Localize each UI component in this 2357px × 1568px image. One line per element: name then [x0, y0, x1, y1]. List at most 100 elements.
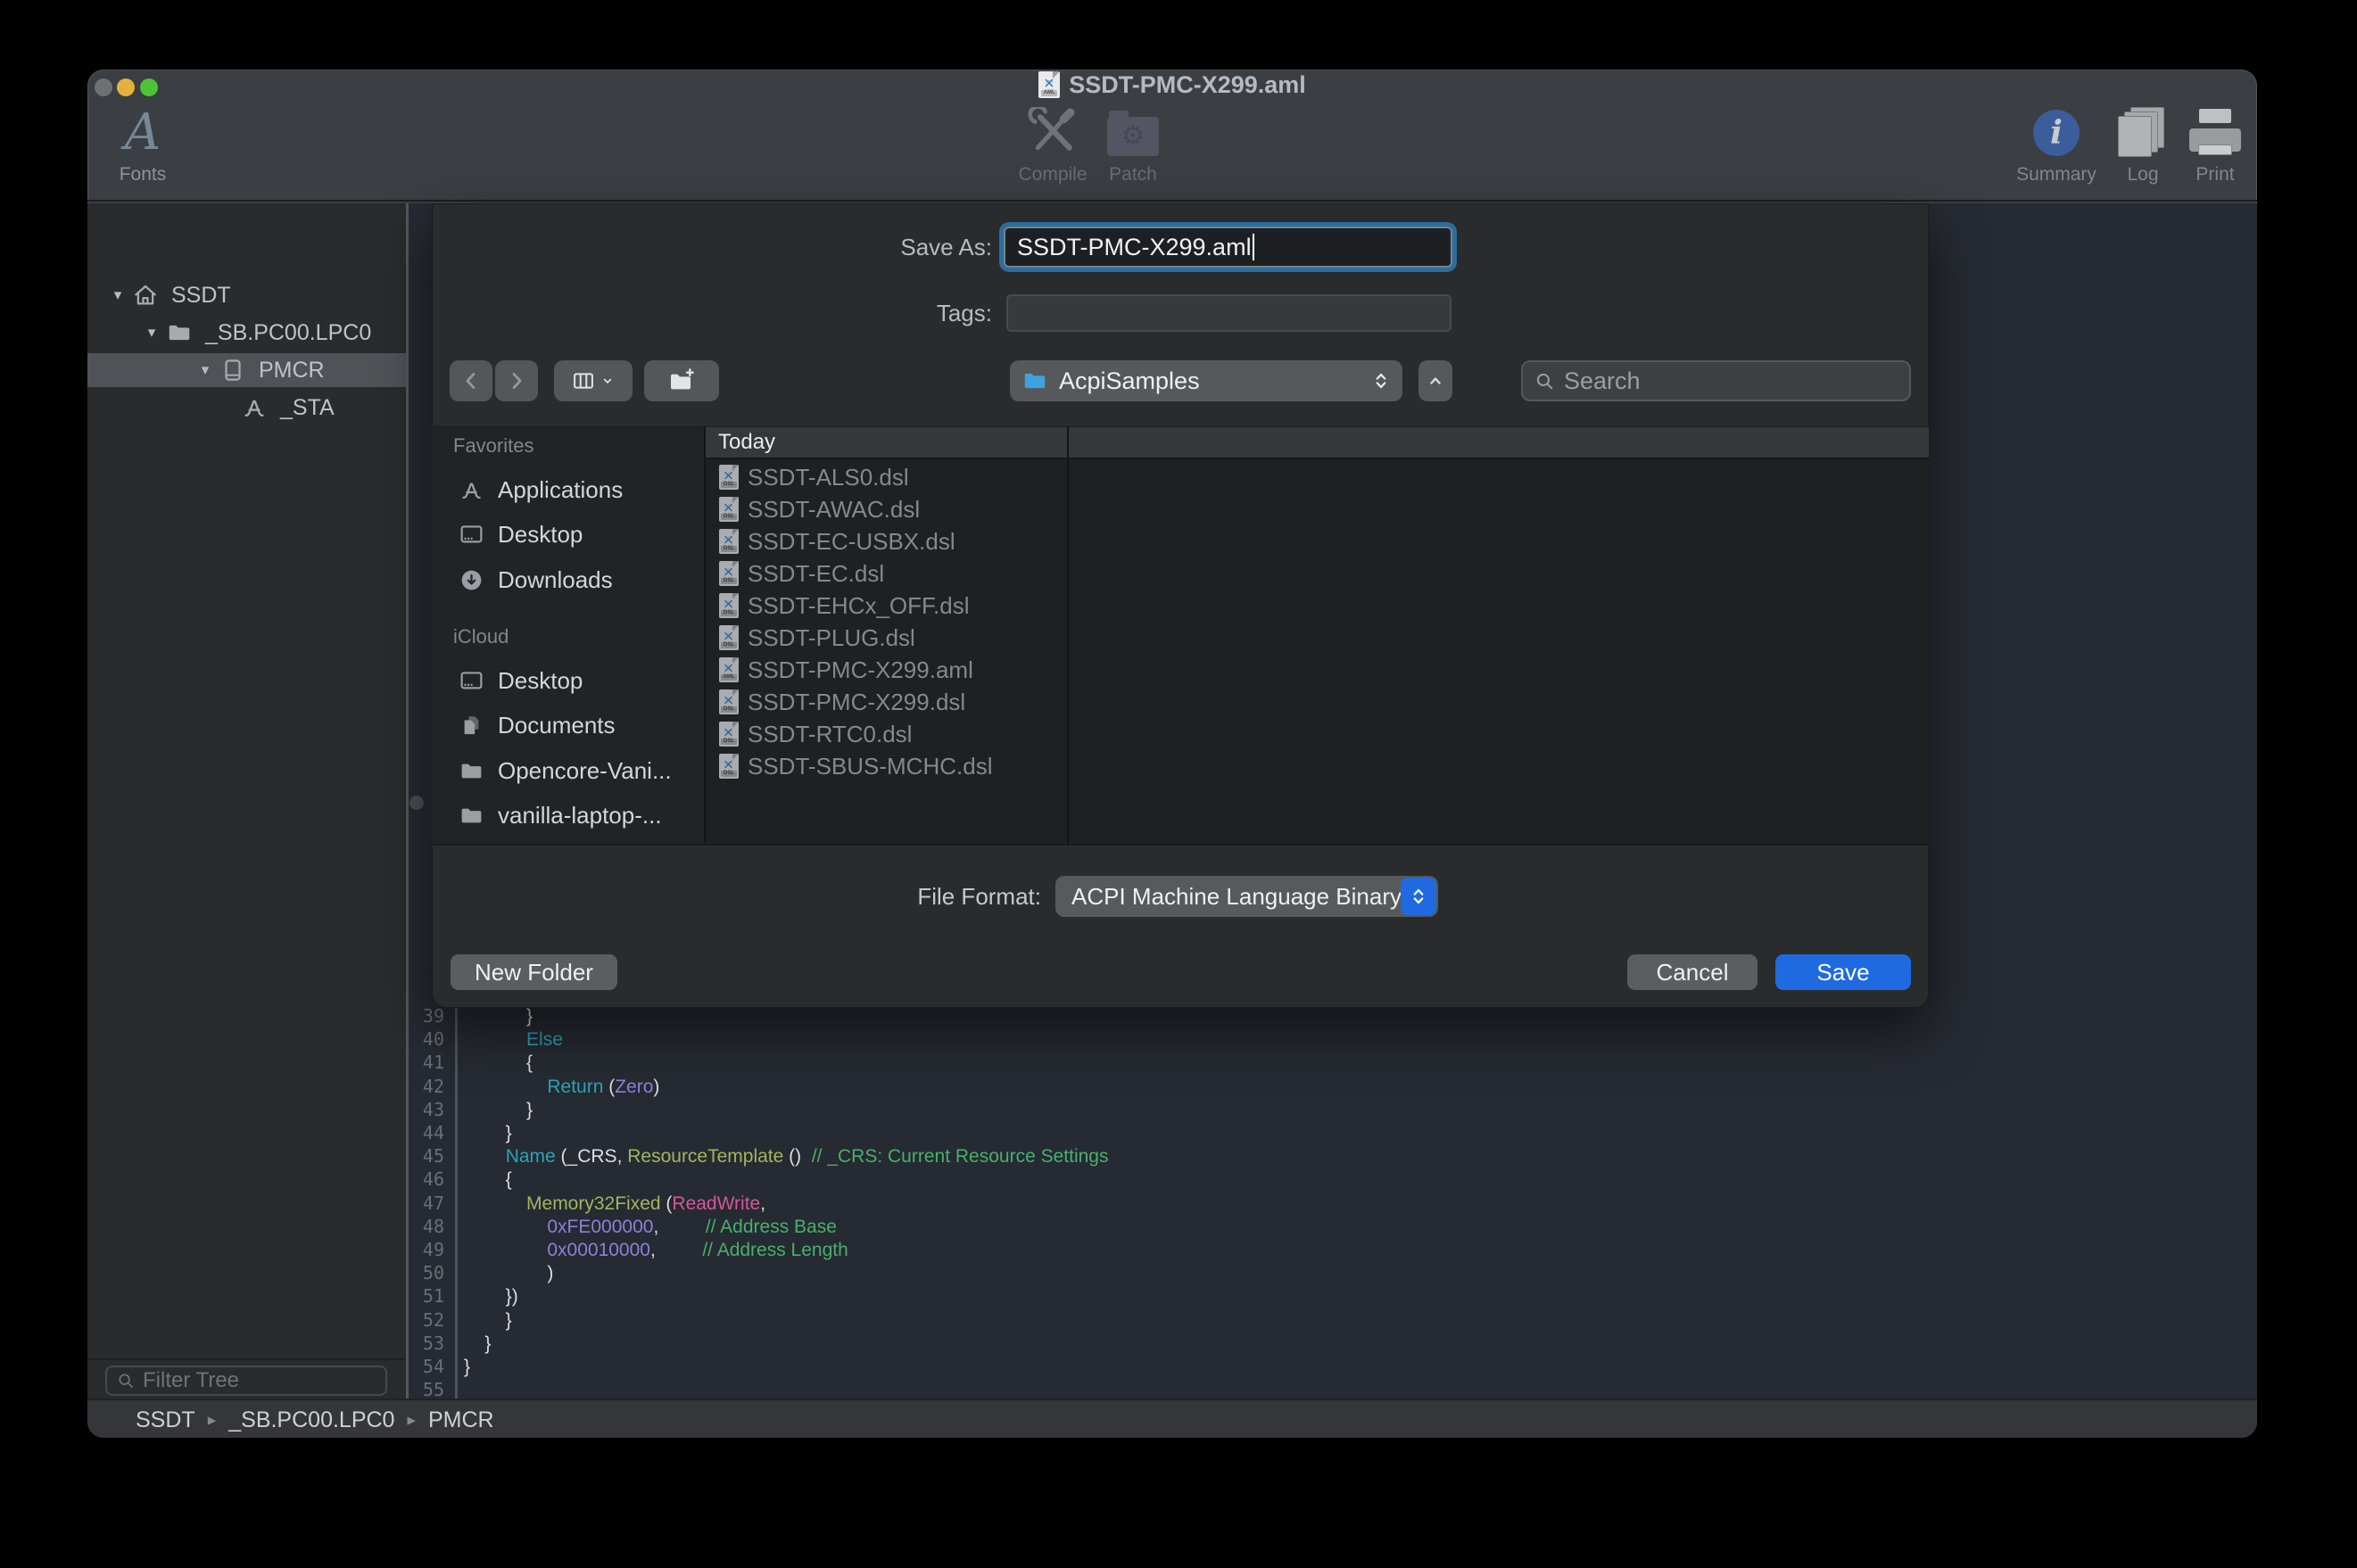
- sidebar-item-label: Documents: [498, 712, 616, 739]
- line-number: 43: [414, 1098, 444, 1122]
- chevron-up-icon: [1425, 370, 1446, 392]
- line-number: 46: [414, 1168, 444, 1192]
- sidebar-item-desktop[interactable]: Desktop: [432, 658, 704, 703]
- code-text: }: [464, 1121, 512, 1145]
- line-number: 45: [414, 1144, 444, 1168]
- line-number: 47: [414, 1192, 444, 1216]
- code-editor[interactable]: 39 }40 Else41 {42 Return (Zero)43 }44 }4…: [409, 1004, 2257, 1399]
- breadcrumb-item[interactable]: _SB.PC00.LPC0: [228, 1407, 394, 1433]
- search-icon: [1534, 370, 1556, 392]
- file-row[interactable]: DSLSSDT-PMC-X299.dsl: [706, 686, 1067, 718]
- code-line: 51 }): [409, 1284, 2257, 1308]
- code-text: }: [464, 1098, 533, 1122]
- code-text: 0xFE000000, // Address Base: [464, 1215, 837, 1239]
- disclosure-triangle-icon[interactable]: ▾: [103, 286, 132, 304]
- file-row[interactable]: AMLSSDT-PMC-X299.aml: [706, 654, 1067, 686]
- file-row[interactable]: DSLSSDT-EC-USBX.dsl: [706, 525, 1067, 557]
- file-row[interactable]: DSLSSDT-PLUG.dsl: [706, 622, 1067, 654]
- desktop-icon: [459, 522, 484, 548]
- folder-icon: [1021, 367, 1048, 394]
- tree-item-_SB.PC00.LPC0[interactable]: ▾_SB.PC00.LPC0: [87, 316, 406, 350]
- new-folder-icon-button[interactable]: [644, 360, 719, 401]
- code-text: }: [464, 1355, 470, 1379]
- forward-button[interactable]: [495, 360, 538, 401]
- file-format-popup[interactable]: ACPI Machine Language Binary: [1055, 876, 1438, 917]
- code-line: 55: [409, 1378, 2257, 1399]
- sidebar: ▾SSDT▾_SB.PC00.LPC0▾PMCR_STA Filter Tree: [87, 203, 406, 1399]
- filter-tree-input[interactable]: Filter Tree: [105, 1366, 387, 1396]
- tree-item-label: PMCR: [259, 358, 325, 384]
- downloads-icon: [459, 567, 484, 593]
- cancel-button[interactable]: Cancel: [1627, 954, 1757, 990]
- collapse-button[interactable]: [1418, 360, 1452, 401]
- code-line: 49 0x00010000, // Address Length: [409, 1238, 2257, 1262]
- document-icon: AML: [1038, 71, 1060, 98]
- view-selector-button[interactable]: [554, 360, 633, 401]
- method-icon: [241, 394, 268, 421]
- tags-input[interactable]: [1006, 294, 1451, 332]
- code-text: ): [464, 1261, 553, 1285]
- sidebar-item-desktop[interactable]: Desktop: [432, 513, 704, 557]
- disclosure-triangle-icon[interactable]: ▾: [191, 361, 219, 379]
- sidebar-item-documents[interactable]: Documents: [432, 704, 704, 748]
- print-button[interactable]: Print: [2135, 103, 2257, 186]
- document-icon: DSL: [719, 722, 739, 747]
- tree-item-PMCR[interactable]: ▾ PMCR: [87, 353, 406, 387]
- save-as-input[interactable]: SSDT-PMC-X299.aml: [1004, 227, 1452, 268]
- chevron-right-icon: [504, 368, 529, 393]
- title-group: AML SSDT-PMC-X299.aml: [87, 70, 2257, 100]
- breadcrumb-separator-icon: ▸: [407, 1410, 416, 1431]
- aml-doc-glyph: [1043, 78, 1055, 88]
- breadcrumb-item[interactable]: SSDT: [136, 1407, 195, 1433]
- status-bar: SSDT▸_SB.PC00.LPC0▸PMCR: [87, 1399, 2257, 1438]
- sidebar-item-applications[interactable]: Applications: [432, 467, 704, 512]
- tree-item-_STA[interactable]: _STA: [87, 391, 406, 425]
- desktop: AML SSDT-PMC-X299.aml A Fonts Compile ⚙ …: [0, 0, 2357, 1568]
- line-number: 39: [414, 1004, 444, 1028]
- code-text: Memory32Fixed (ReadWrite,: [464, 1192, 765, 1216]
- file-row[interactable]: DSLSSDT-EHCx_OFF.dsl: [706, 590, 1067, 622]
- document-icon: DSL: [719, 593, 739, 618]
- tree-item-SSDT[interactable]: ▾SSDT: [87, 278, 406, 312]
- fonts-button[interactable]: A Fonts: [87, 103, 223, 186]
- folder-icon: [166, 319, 193, 346]
- sidebar-item-opencore-vani-[interactable]: Opencore-Vani...: [432, 748, 704, 793]
- file-name: SSDT-RTC0.dsl: [748, 721, 912, 748]
- folder-icon: [459, 803, 484, 829]
- chevron-up-down-icon: [1370, 370, 1392, 392]
- text-caret: [1253, 234, 1254, 260]
- save-button[interactable]: Save: [1775, 954, 1911, 990]
- file-row[interactable]: DSLSSDT-AWAC.dsl: [706, 493, 1067, 525]
- line-number: 48: [414, 1215, 444, 1239]
- patch-button[interactable]: ⚙ Patch: [1053, 103, 1213, 186]
- breadcrumb-item[interactable]: PMCR: [428, 1407, 494, 1433]
- file-list: DSLSSDT-ALS0.dslDSLSSDT-AWAC.dslDSLSSDT-…: [706, 461, 1067, 844]
- sidebar-item-vanilla-laptop-[interactable]: vanilla-laptop-...: [432, 794, 704, 838]
- sidebar-item-label: Applications: [498, 476, 623, 504]
- code-line: 40 Else: [409, 1027, 2257, 1052]
- line-number: 44: [414, 1121, 444, 1145]
- location-popup[interactable]: AcpiSamples: [1010, 360, 1402, 401]
- titlebar[interactable]: AML SSDT-PMC-X299.aml: [87, 70, 2257, 100]
- code-text: {: [464, 1051, 533, 1075]
- print-label: Print: [2135, 164, 2257, 186]
- back-button[interactable]: [450, 360, 492, 401]
- device-icon: [219, 357, 246, 384]
- sidebar-item-label: Desktop: [498, 667, 583, 695]
- search-icon: [116, 1371, 136, 1391]
- new-folder-button[interactable]: New Folder: [451, 954, 617, 990]
- file-row[interactable]: DSLSSDT-ALS0.dsl: [706, 461, 1067, 493]
- filter-placeholder: Filter Tree: [143, 1368, 239, 1393]
- search-input[interactable]: Search: [1521, 360, 1911, 401]
- line-number: 55: [414, 1378, 444, 1399]
- file-row[interactable]: DSLSSDT-SBUS-MCHC.dsl: [706, 750, 1067, 782]
- splitter-handle[interactable]: [409, 796, 424, 810]
- appstore-icon: [459, 477, 484, 503]
- file-row[interactable]: DSLSSDT-EC.dsl: [706, 557, 1067, 590]
- file-format-value: ACPI Machine Language Binary: [1071, 876, 1402, 917]
- file-name: SSDT-EC-USBX.dsl: [748, 528, 955, 556]
- disclosure-triangle-icon[interactable]: ▾: [137, 324, 166, 342]
- sidebar-item-downloads[interactable]: Downloads: [432, 557, 704, 602]
- file-row[interactable]: DSL SSDT-RTC0.dsl: [706, 718, 1067, 750]
- code-text: {: [464, 1168, 512, 1192]
